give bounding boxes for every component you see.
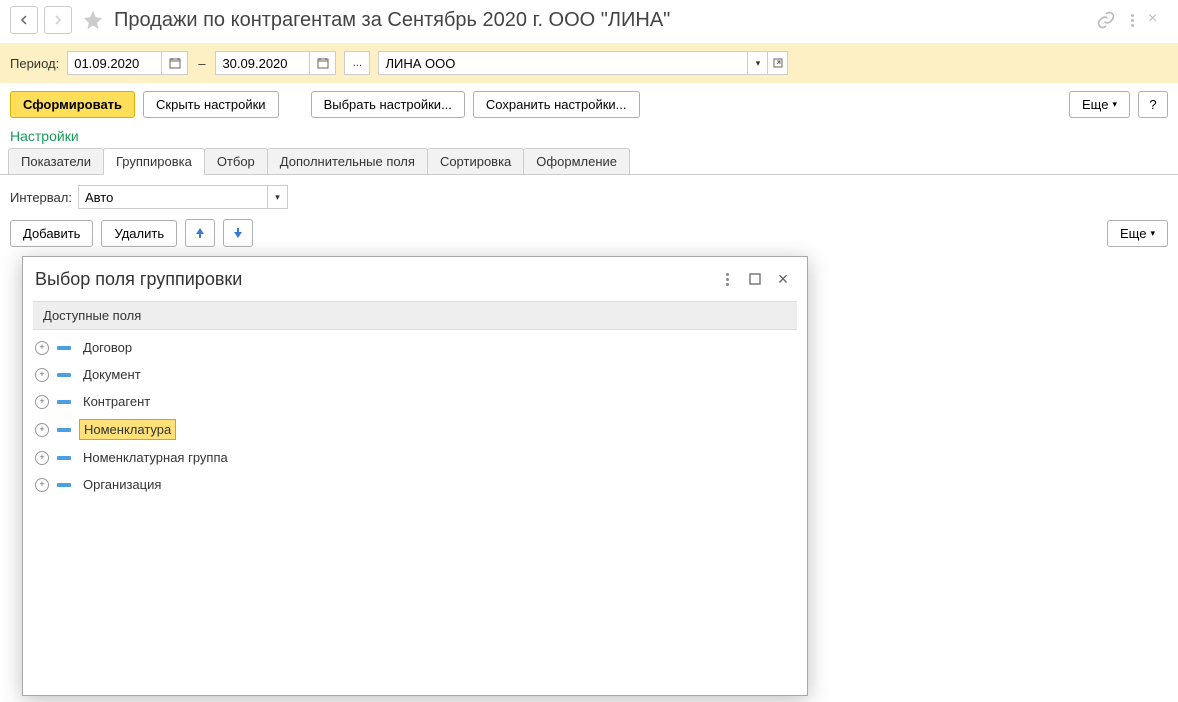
expand-icon[interactable]: +: [35, 478, 49, 492]
tree-row[interactable]: + Номенклатурная группа: [33, 444, 797, 471]
period-picker-button[interactable]: ...: [344, 51, 370, 75]
tabs: Показатели Группировка Отбор Дополнитель…: [0, 148, 1178, 175]
field-icon: [57, 483, 71, 487]
interval-select[interactable]: [78, 185, 268, 209]
available-fields-header: Доступные поля: [33, 301, 797, 330]
expand-icon[interactable]: +: [35, 341, 49, 355]
date-to-calendar-button[interactable]: [310, 51, 336, 75]
modal-close-icon[interactable]: ×: [771, 267, 795, 291]
grouping-field-modal: Выбор поля группировки × Доступные поля …: [22, 256, 808, 696]
delete-button[interactable]: Удалить: [101, 220, 177, 247]
organization-open-button[interactable]: [768, 51, 788, 75]
nav-forward-button[interactable]: [44, 6, 72, 34]
tree-row[interactable]: + Документ: [33, 361, 797, 388]
field-icon: [57, 373, 71, 377]
choose-settings-button[interactable]: Выбрать настройки...: [311, 91, 465, 118]
more-button[interactable]: Еще▾: [1069, 91, 1130, 118]
save-settings-button[interactable]: Сохранить настройки...: [473, 91, 640, 118]
page-title: Продажи по контрагентам за Сентябрь 2020…: [114, 9, 670, 32]
modal-kebab-icon[interactable]: [715, 267, 739, 291]
organization-dropdown-button[interactable]: ▾: [748, 51, 768, 75]
star-icon[interactable]: [82, 9, 104, 31]
date-from-input[interactable]: [67, 51, 162, 75]
field-icon: [57, 346, 71, 350]
tree-label[interactable]: Номенклатурная группа: [79, 448, 232, 467]
tab-indicators[interactable]: Показатели: [8, 148, 104, 174]
generate-button[interactable]: Сформировать: [10, 91, 135, 118]
date-to-input[interactable]: [215, 51, 310, 75]
tree-row[interactable]: + Номенклатура: [33, 415, 797, 444]
expand-icon[interactable]: +: [35, 451, 49, 465]
field-icon: [57, 400, 71, 404]
interval-label: Интервал:: [10, 190, 72, 205]
tree-label[interactable]: Документ: [79, 365, 145, 384]
field-icon: [57, 428, 71, 432]
interval-dropdown-button[interactable]: ▾: [268, 185, 288, 209]
add-button[interactable]: Добавить: [10, 220, 93, 247]
expand-icon[interactable]: +: [35, 423, 49, 437]
modal-maximize-icon[interactable]: [743, 267, 767, 291]
help-button[interactable]: ?: [1138, 91, 1168, 118]
link-icon[interactable]: [1096, 10, 1116, 30]
tab-appearance[interactable]: Оформление: [523, 148, 630, 174]
tree-row[interactable]: + Организация: [33, 471, 797, 498]
tab-grouping[interactable]: Группировка: [103, 148, 205, 175]
close-icon[interactable]: ×: [1148, 10, 1168, 30]
move-down-button[interactable]: [223, 219, 253, 247]
tab-filter[interactable]: Отбор: [204, 148, 268, 174]
list-more-button[interactable]: Еще▾: [1107, 220, 1168, 247]
fields-tree: + Договор + Документ + Контрагент + Номенклатур…: [23, 330, 807, 508]
tree-row[interactable]: + Договор: [33, 334, 797, 361]
tree-label[interactable]: Номенклатура: [79, 419, 176, 440]
expand-icon[interactable]: +: [35, 395, 49, 409]
nav-back-button[interactable]: [10, 6, 38, 34]
settings-label: Настройки: [0, 126, 1178, 148]
hide-settings-button[interactable]: Скрыть настройки: [143, 91, 279, 118]
period-dash: –: [196, 56, 207, 71]
modal-title: Выбор поля группировки: [35, 269, 711, 290]
move-up-button[interactable]: [185, 219, 215, 247]
expand-icon[interactable]: +: [35, 368, 49, 382]
date-from-calendar-button[interactable]: [162, 51, 188, 75]
tree-label[interactable]: Организация: [79, 475, 165, 494]
tab-sorting[interactable]: Сортировка: [427, 148, 524, 174]
period-label: Период:: [10, 56, 59, 71]
kebab-icon[interactable]: [1122, 10, 1142, 30]
tree-label[interactable]: Контрагент: [79, 392, 154, 411]
tree-row[interactable]: + Контрагент: [33, 388, 797, 415]
field-icon: [57, 456, 71, 460]
tree-label[interactable]: Договор: [79, 338, 136, 357]
tab-additional-fields[interactable]: Дополнительные поля: [267, 148, 428, 174]
organization-input[interactable]: [378, 51, 748, 75]
